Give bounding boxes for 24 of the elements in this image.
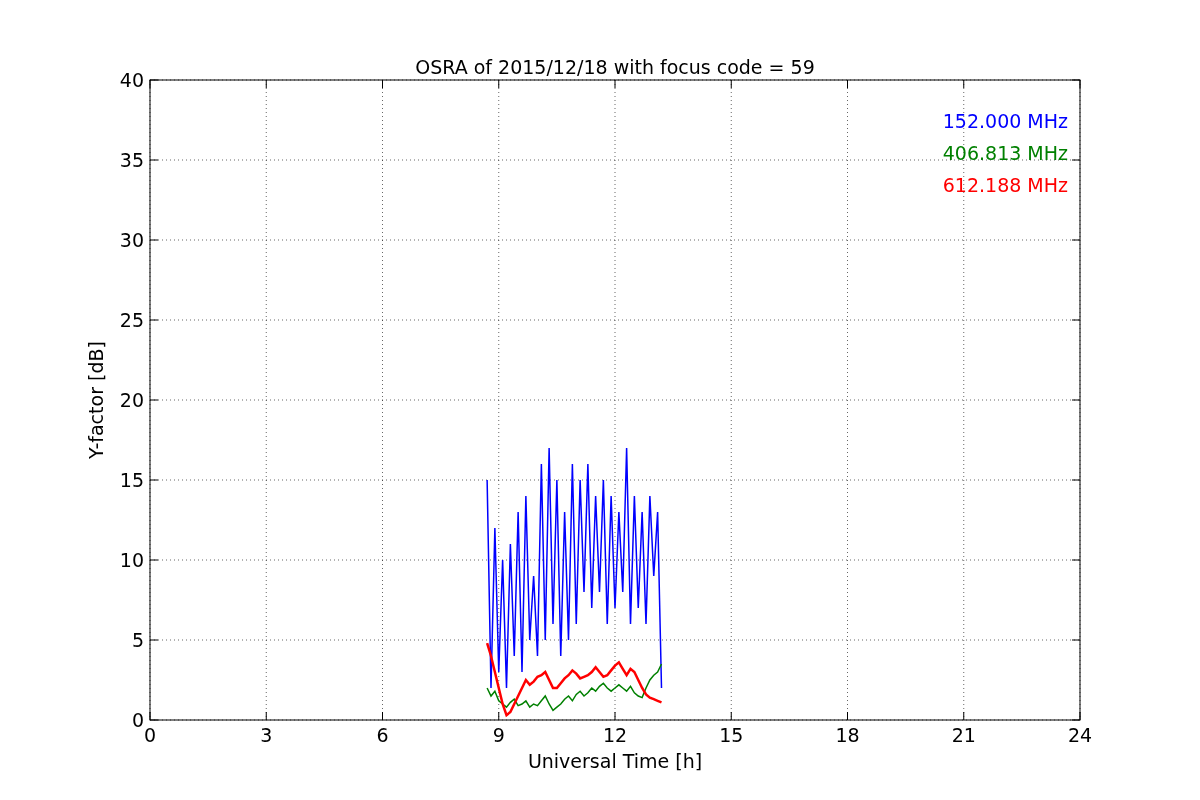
tick-label: 18	[835, 724, 860, 746]
tick-label: 10	[119, 549, 144, 571]
tick-label: 3	[260, 724, 273, 746]
legend-label: 406.813 MHz	[942, 142, 1068, 164]
tick-label: 25	[119, 309, 144, 331]
tick-label: 5	[131, 629, 144, 651]
tick-label: 12	[602, 724, 628, 746]
tick-label: 15	[719, 724, 744, 746]
tick-label: 21	[951, 724, 976, 746]
legend-label: 152.000 MHz	[942, 110, 1068, 132]
tick-label: 0	[131, 709, 144, 731]
tick-label: 35	[119, 149, 144, 171]
tick-label: 24	[1067, 724, 1093, 746]
legend-label: 612.188 MHz	[942, 174, 1068, 196]
tick-label: 20	[119, 389, 144, 411]
tick-label: 40	[119, 69, 144, 91]
chart-title: OSRA of 2015/12/18 with focus code = 59	[415, 56, 815, 78]
tick-label: 9	[492, 724, 505, 746]
tick-label: 0	[143, 724, 157, 746]
tick-label: 30	[119, 229, 144, 251]
axis-label: Universal Time [h]	[527, 750, 703, 772]
tick-label: 6	[376, 724, 389, 746]
axis-label: Y-factor [dB]	[85, 341, 107, 459]
tick-label: 15	[119, 469, 144, 491]
